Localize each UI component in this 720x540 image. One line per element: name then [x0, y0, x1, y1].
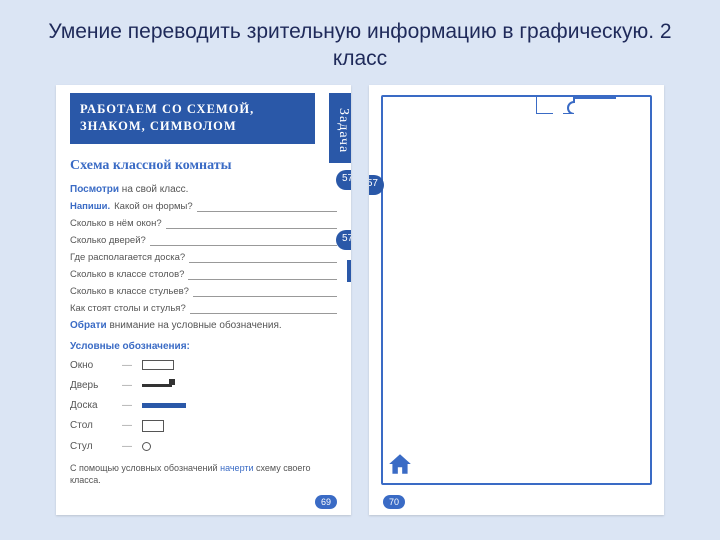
- slide-title: Умение переводить зрительную информацию …: [0, 0, 720, 85]
- legend-chair: Стул—: [70, 441, 337, 452]
- side-marker-1: 57: [336, 170, 351, 190]
- question-3: Сколько дверей?: [70, 235, 337, 246]
- blank-line: [150, 236, 337, 246]
- legend-table: Стол—: [70, 420, 337, 432]
- legend-door: Дверь—: [70, 380, 337, 391]
- instruction-1-bold: Посмотри: [70, 184, 119, 195]
- workbook-page-left: РАБОТАЕМ СО СХЕМОЙ, ЗНАКОМ, СИМВОЛОМ Зад…: [56, 85, 351, 515]
- page-number: 69: [315, 495, 337, 509]
- symbol-door: [142, 384, 172, 387]
- puzzle-edge-icon: [536, 96, 616, 114]
- symbol-board: [142, 403, 186, 408]
- blank-line: [166, 219, 337, 229]
- blank-line: [190, 304, 337, 314]
- drawing-frame: [381, 95, 652, 485]
- symbol-window: [142, 360, 174, 370]
- symbol-table: [142, 420, 164, 432]
- question-7: Как стоят столы и стулья?: [70, 303, 337, 314]
- blank-line: [188, 270, 337, 280]
- vertical-tab: Задача: [329, 93, 351, 163]
- banner-line-1: РАБОТАЕМ СО СХЕМОЙ,: [80, 101, 305, 119]
- instruction-2-bold: Напиши.: [70, 201, 110, 212]
- exercise-subtitle: Схема классной комнаты: [70, 158, 337, 174]
- legend-board: Доска—: [70, 400, 337, 411]
- question-6: Сколько в классе стульев?: [70, 286, 337, 297]
- pencil-icon: [347, 260, 351, 282]
- blank-line: [189, 253, 337, 263]
- instruction-3: Обрати внимание на условные обозначения.: [70, 320, 337, 331]
- side-marker-2: 57: [336, 230, 351, 250]
- page-number: 70: [383, 495, 405, 509]
- workbook-page-right: 57 70: [369, 85, 664, 515]
- blank-line: [193, 287, 337, 297]
- blank-line: [197, 202, 337, 212]
- instruction-1: Посмотри на свой класс.: [70, 184, 337, 195]
- section-banner: РАБОТАЕМ СО СХЕМОЙ, ЗНАКОМ, СИМВОЛОМ: [70, 93, 315, 144]
- question-2: Сколько в нём окон?: [70, 218, 337, 229]
- question-5: Сколько в классе столов?: [70, 269, 337, 280]
- instruction-3-bold: Обрати: [70, 320, 107, 331]
- banner-line-2: ЗНАКОМ, СИМВОЛОМ: [80, 118, 305, 136]
- footer-instruction: С помощью условных обозначений начерти с…: [70, 462, 337, 487]
- house-icon: [387, 451, 413, 477]
- symbol-chair: [142, 442, 151, 451]
- legend-window: Окно—: [70, 360, 337, 371]
- pages-container: РАБОТАЕМ СО СХЕМОЙ, ЗНАКОМ, СИМВОЛОМ Зад…: [0, 85, 720, 515]
- question-4: Где располагается доска?: [70, 252, 337, 263]
- legend-title: Условные обозначения:: [70, 341, 337, 352]
- question-1: Напиши. Какой он формы?: [70, 201, 337, 212]
